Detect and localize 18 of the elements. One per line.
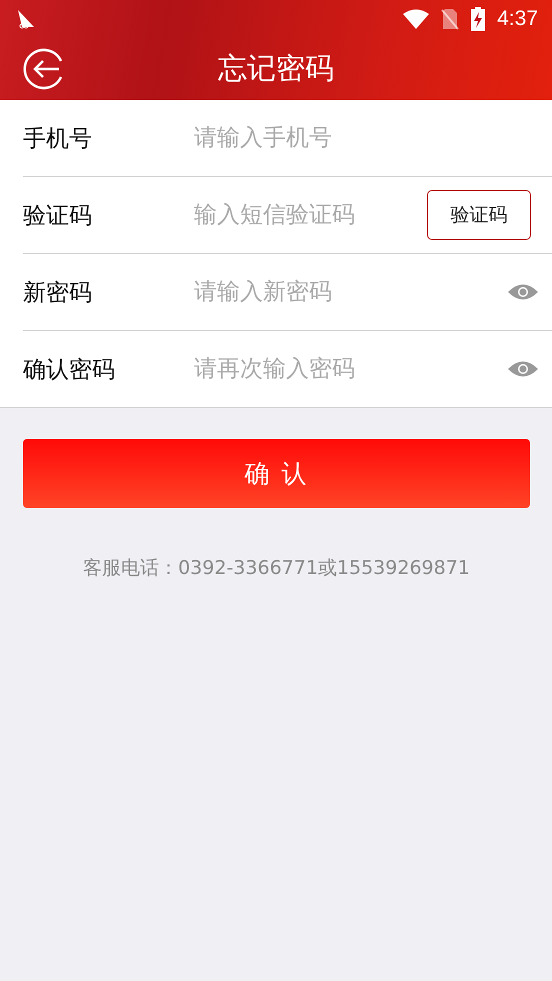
- wifi-icon: [403, 9, 430, 29]
- eye-icon[interactable]: [508, 283, 538, 301]
- field-label: 确认密码: [23, 356, 116, 384]
- battery-charging-icon: [471, 7, 486, 31]
- field-label: 手机号: [23, 124, 93, 154]
- input-field[interactable]: 请输入新密码: [194, 279, 498, 305]
- no-sim-icon: [441, 8, 460, 30]
- input-field[interactable]: 输入短信验证码: [194, 202, 417, 228]
- get-code-button[interactable]: 验证码: [427, 190, 531, 240]
- status-time: 4:37: [497, 7, 538, 31]
- input-field[interactable]: 请再次输入密码: [194, 356, 498, 382]
- page-title: 忘记密码: [218, 50, 334, 87]
- eye-icon[interactable]: [508, 360, 538, 378]
- input-field[interactable]: 请输入手机号: [194, 125, 531, 151]
- service-phone-text: 客服电话：0392-3366771或15539269871: [83, 556, 470, 581]
- confirm-button[interactable]: 确 认: [23, 439, 530, 508]
- field-label: 新密码: [23, 278, 93, 308]
- field-label: 验证码: [23, 202, 93, 230]
